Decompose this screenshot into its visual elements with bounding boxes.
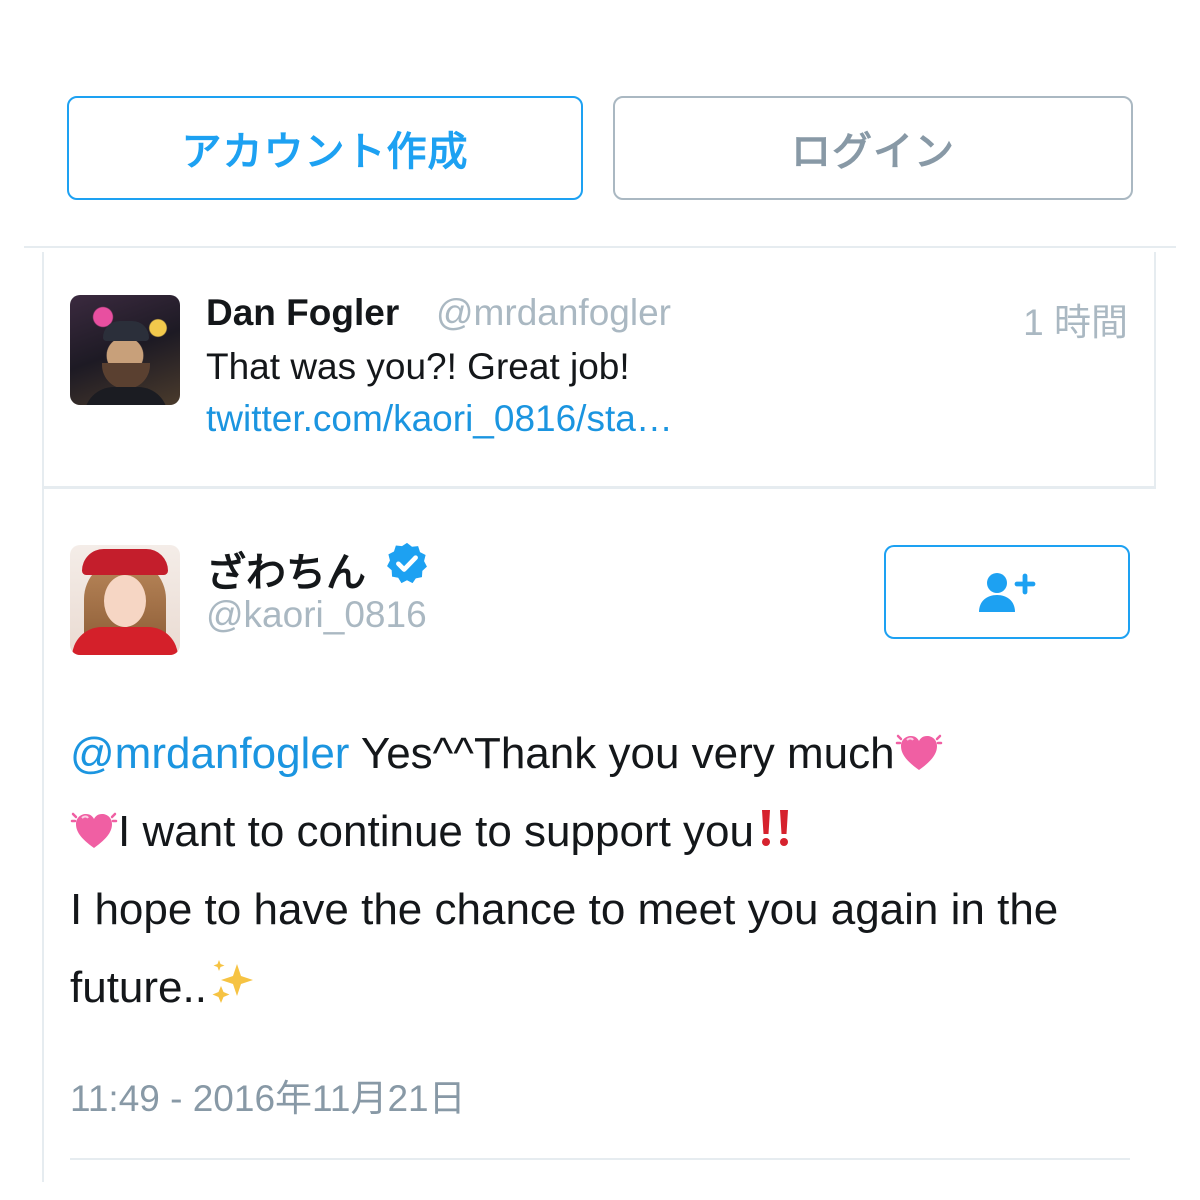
add-user-icon xyxy=(979,573,1036,612)
sparkles-icon xyxy=(212,960,253,1003)
login-button[interactable]: ログイン xyxy=(613,96,1133,200)
timeline-border-right xyxy=(1154,252,1156,488)
timeline-border-left xyxy=(42,252,44,1182)
author-name[interactable]: ざわちん xyxy=(206,540,366,598)
double-exclamation-icon xyxy=(761,810,788,846)
tweet-text-part: Yes^^Thank you very much xyxy=(349,729,895,778)
mention-link[interactable]: @mrdanfogler xyxy=(70,729,349,778)
tweet-divider xyxy=(44,486,1156,489)
tweet-timestamp[interactable]: 11:49 - 2016年11月21日 xyxy=(70,1068,466,1122)
author-name[interactable]: Dan Fogler xyxy=(206,292,399,334)
avatar[interactable] xyxy=(70,545,180,655)
header-divider xyxy=(24,246,1176,248)
tweet-text: That was you?! Great job! xyxy=(206,346,630,387)
tweet-divider xyxy=(70,1158,1130,1160)
tweet-text: @mrdanfogler Yes^^Thank you very much I … xyxy=(70,715,1140,1027)
follow-button[interactable] xyxy=(884,545,1130,639)
heart-pulse-icon xyxy=(70,812,118,848)
author-handle[interactable]: @mrdanfogler xyxy=(436,292,671,334)
auth-bar: アカウント作成 ログイン xyxy=(67,96,1133,204)
heart-pulse-icon xyxy=(895,734,942,770)
author-handle[interactable]: @kaori_0816 xyxy=(206,594,427,636)
avatar[interactable] xyxy=(70,295,180,405)
signup-button[interactable]: アカウント作成 xyxy=(67,96,583,200)
tweet-text-part: I want to continue to support you xyxy=(118,807,754,856)
tweet-link[interactable]: twitter.com/kaori_0816/sta… xyxy=(206,398,673,440)
verified-badge-icon xyxy=(387,542,427,584)
tweet-time[interactable]: 1 時間 xyxy=(1023,292,1128,346)
